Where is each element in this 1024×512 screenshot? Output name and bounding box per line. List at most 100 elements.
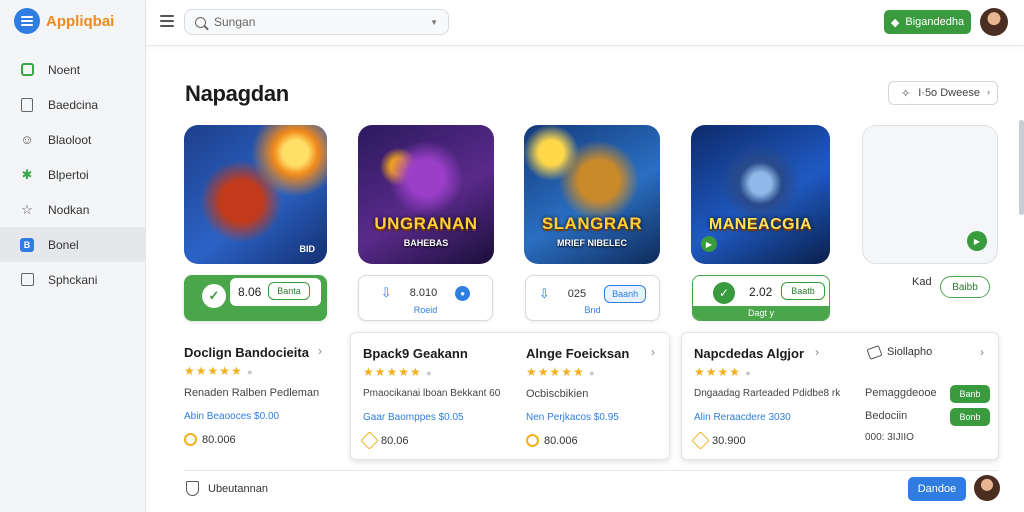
sidebar-item-favorites[interactable]: ☆ Nodkan — [0, 192, 146, 227]
home-icon — [19, 62, 35, 78]
divider — [184, 470, 998, 471]
game-card-group: Napcdedas Algjor › ★★★★ ● Dngaadag Rarte… — [681, 332, 999, 460]
download-icon[interactable]: ⇩ — [381, 285, 392, 301]
install-button[interactable]: Baanh — [604, 285, 647, 303]
hamburger-menu-icon[interactable] — [160, 15, 174, 27]
card-description: Dngaadag Rarteaded Pdidbe8 rk — [694, 388, 841, 399]
install-value: 025 — [567, 288, 587, 300]
install-bar: ⇩ 025 Baanh Bnd — [525, 275, 660, 321]
card-meta-value: 80.006 — [544, 434, 578, 447]
sparkle-icon: ✧ — [901, 87, 911, 100]
primary-action-label: Bigandedha — [905, 16, 965, 28]
sort-dropdown[interactable]: ✧ I·5o Dweese › — [888, 81, 998, 105]
rating-stars: ★★★★★ ● — [363, 365, 433, 379]
user-avatar[interactable] — [980, 8, 1008, 36]
sidebar: Appliqbai Noent Baedcina ☺ Blaoloot ✱ Bl… — [0, 0, 146, 512]
install-value: 8.06 — [238, 285, 262, 299]
chevron-right-icon[interactable]: › — [980, 345, 984, 359]
card-meta: 80.06 — [360, 431, 409, 450]
sidebar-item-documents[interactable]: Baedcina — [0, 87, 146, 122]
app-logo-icon — [14, 8, 40, 34]
install-button[interactable]: Baatb — [781, 282, 825, 300]
card-title[interactable]: Alnge Foeicksan — [526, 346, 629, 361]
footer-button[interactable]: Dandoe — [908, 477, 966, 501]
install-value: 8.010 — [409, 287, 438, 299]
search-icon — [195, 16, 206, 28]
game-art-title: UNGRANAN — [374, 214, 478, 233]
chevron-right-icon[interactable]: › — [318, 344, 322, 358]
card-row-button[interactable]: Banb — [950, 385, 990, 403]
footer-text: Ubeutannan — [208, 483, 268, 495]
game-thumbnail[interactable]: BID — [184, 125, 327, 264]
sidebar-item-games[interactable]: ☺ Blaoloot — [0, 122, 146, 157]
chevron-down-icon: › — [987, 87, 990, 97]
leaf-icon: ◆ — [890, 16, 900, 29]
card-section-title: Siollapho — [887, 346, 933, 358]
game-thumbnail[interactable]: UNGRANAN BAHEBAS — [358, 125, 494, 264]
install-button[interactable]: Banta — [268, 282, 310, 300]
card-title[interactable]: Bpack9 Geakann — [363, 346, 468, 361]
sidebar-item-label: Sphckani — [48, 272, 98, 287]
primary-action-button[interactable]: ◆ Bigandedha — [884, 10, 971, 34]
install-bar: ✓ 8.06 Banta — [184, 275, 327, 321]
card-price-link[interactable]: Abin Beaooces $0.00 — [184, 411, 279, 422]
sidebar-item-label: Noent — [48, 62, 81, 77]
chevron-down-icon[interactable]: ▼ — [430, 18, 438, 27]
game-thumbnail[interactable]: SLANGRAR MRIEF NIBELEC — [524, 125, 660, 264]
chevron-right-icon[interactable]: › — [651, 345, 655, 359]
card-description: Renaden Ralben Pedleman — [184, 387, 320, 399]
app-name: Appliqbai — [46, 12, 115, 30]
install-bar: ⇩ 8.010 ● Roeid — [358, 275, 493, 321]
card-meta: 80.006 — [184, 433, 236, 446]
main-content: Napagdan ✧ I·5o Dweese › BID UNGRANAN BA… — [146, 47, 1024, 512]
game-card[interactable]: Doclign Bandocieita › ★★★★★ ● Renaden Ra… — [184, 332, 334, 460]
play-icon[interactable]: ▶ — [701, 236, 717, 252]
sidebar-nav: Noent Baedcina ☺ Blaoloot ✱ Blpertoi ☆ N… — [0, 52, 146, 297]
card-price-link[interactable]: Alin Reraacdere 3030 — [694, 412, 791, 423]
game-art-title: MANEACGIA — [708, 216, 813, 233]
document-icon — [19, 97, 35, 113]
game-thumbnail[interactable]: MANEACGIA ▶ — [691, 125, 830, 264]
sidebar-item-extensions[interactable]: ✱ Blpertoi — [0, 157, 146, 192]
brand[interactable]: Appliqbai — [14, 8, 114, 34]
card-row-button[interactable]: Bonb — [950, 408, 990, 426]
scrollbar[interactable] — [1019, 120, 1024, 215]
tag-icon — [691, 431, 710, 450]
bookmark-icon: B — [19, 237, 35, 253]
card-title: Doclign Bandocieita — [184, 345, 309, 360]
check-icon: ✓ — [713, 282, 735, 304]
coin-icon — [526, 434, 539, 447]
sidebar-item-home[interactable]: Noent — [0, 52, 146, 87]
card-meta: 30.900 — [691, 431, 746, 450]
game-corner-badge: BID — [299, 244, 316, 254]
search-input[interactable]: Sungan ▼ — [184, 9, 449, 35]
download-icon[interactable]: ⇩ — [539, 286, 550, 302]
coin-icon — [184, 433, 197, 446]
game-thumbnail-placeholder[interactable]: ▶ — [862, 125, 998, 264]
rating-stars: ★★★★ ● — [694, 365, 752, 379]
sidebar-item-settings[interactable]: Sphckani — [0, 262, 146, 297]
install-button[interactable]: Baibb — [940, 276, 990, 298]
card-price-link[interactable]: Nen Perjkacos $0.95 — [526, 412, 619, 423]
gamepad-icon: ☺ — [20, 132, 34, 147]
card-price-link[interactable]: Gaar Baomppes $0.05 — [363, 412, 464, 423]
chevron-right-icon[interactable]: › — [815, 345, 819, 359]
card-meta-value: 80.06 — [381, 434, 409, 447]
check-icon: ✓ — [202, 284, 226, 308]
play-icon[interactable]: ▶ — [967, 231, 987, 251]
tag-icon — [360, 431, 379, 450]
sidebar-item-label: Blpertoi — [48, 167, 89, 182]
card-row-label: 000: 3IJIIO — [865, 432, 914, 443]
install-sub-label: Roeid — [413, 305, 438, 315]
star-icon: ☆ — [21, 201, 33, 217]
card-meta: 80.006 — [526, 434, 578, 447]
card-title[interactable]: Napcdedas Algjor — [694, 346, 804, 361]
card-section-header[interactable]: Siollapho — [866, 344, 933, 360]
sidebar-item-label: Baedcina — [48, 97, 99, 112]
game-art-subtitle: MRIEF NIBELEC — [556, 238, 627, 248]
game-art-subtitle: BAHEBAS — [403, 238, 449, 248]
search-placeholder: Sungan — [214, 15, 256, 29]
user-avatar[interactable] — [974, 475, 1000, 501]
cloud-icon[interactable]: ● — [455, 285, 471, 301]
sidebar-item-library[interactable]: B Bonel — [0, 227, 146, 262]
